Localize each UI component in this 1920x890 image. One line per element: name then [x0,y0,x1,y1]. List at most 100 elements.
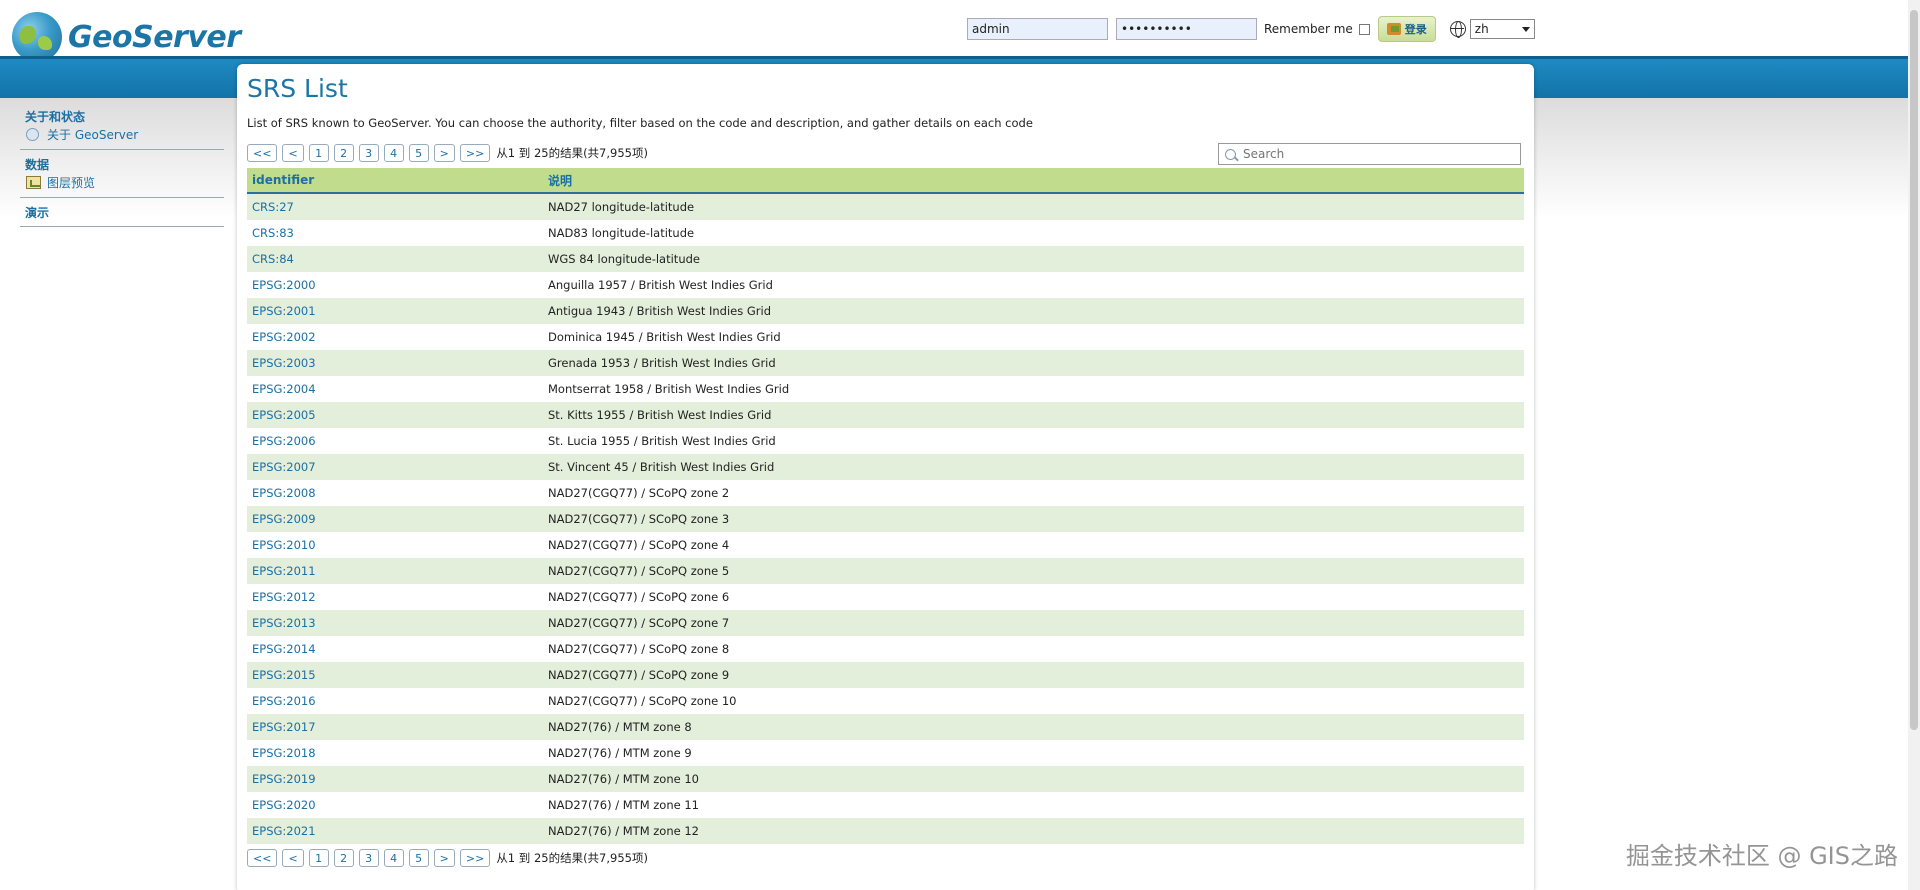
srs-identifier-link[interactable]: EPSG:2021 [247,824,548,838]
srs-identifier-link[interactable]: EPSG:2015 [247,668,548,682]
srs-description: NAD27(CGQ77) / SCoPQ zone 3 [548,512,730,526]
sidebar: 关于和状态 关于 GeoServer 数据 图层预览 演示 [20,105,224,233]
srs-identifier-link[interactable]: EPSG:2016 [247,694,548,708]
search-input[interactable] [1243,147,1513,161]
srs-description: NAD27(76) / MTM zone 8 [548,720,692,734]
sidebar-divider [20,226,224,227]
pager-prev-button[interactable]: < [282,144,304,162]
srs-identifier-link[interactable]: EPSG:2002 [247,330,548,344]
srs-identifier-link[interactable]: EPSG:2005 [247,408,548,422]
sidebar-group-demos[interactable]: 演示 [20,204,224,220]
srs-description: NAD27(CGQ77) / SCoPQ zone 2 [548,486,730,500]
table-row: EPSG:2012 NAD27(CGQ77) / SCoPQ zone 6 [247,584,1524,610]
srs-description: Montserrat 1958 / British West Indies Gr… [548,382,790,396]
pager-page-2[interactable]: 2 [333,849,354,867]
srs-identifier-link[interactable]: EPSG:2011 [247,564,548,578]
srs-description: NAD27(CGQ77) / SCoPQ zone 10 [548,694,737,708]
srs-description: St. Vincent 45 / British West Indies Gri… [548,460,775,474]
pager-next-button[interactable]: > [433,849,455,867]
chevron-down-icon [1521,26,1530,32]
srs-identifier-link[interactable]: EPSG:2000 [247,278,548,292]
table-row: CRS:84 WGS 84 longitude-latitude [247,246,1524,272]
login-form: Remember me 登录 zh [967,16,1535,42]
sidebar-item-label: 关于 GeoServer [47,127,139,142]
sidebar-group-about-status: 关于和状态 [25,110,86,124]
pager-last-button[interactable]: >> [459,849,491,867]
srs-identifier-link[interactable]: EPSG:2006 [247,434,548,448]
password-field[interactable] [1116,18,1257,40]
srs-description: NAD27(76) / MTM zone 12 [548,824,699,838]
logo-text: GeoServer [68,19,241,55]
username-field[interactable] [967,18,1108,40]
search-box [1218,143,1521,165]
srs-identifier-link[interactable]: EPSG:2018 [247,746,548,760]
table-row: EPSG:2017 NAD27(76) / MTM zone 8 [247,714,1524,740]
pager-first-button[interactable]: << [247,144,278,162]
srs-identifier-link[interactable]: EPSG:2012 [247,590,548,604]
table-row: EPSG:2016 NAD27(CGQ77) / SCoPQ zone 10 [247,688,1524,714]
table-header: identifier 说明 [247,168,1524,194]
pager-page-5[interactable]: 5 [408,144,429,162]
pager-page-4[interactable]: 4 [383,849,404,867]
srs-description: NAD27(76) / MTM zone 9 [548,746,692,760]
pager-page-2[interactable]: 2 [333,144,354,162]
srs-identifier-link[interactable]: EPSG:2004 [247,382,548,396]
pager-first-button[interactable]: << [247,849,278,867]
globe-logo-icon [12,12,62,62]
login-icon [1386,23,1401,35]
page-scrollbar[interactable] [1908,0,1920,890]
pager-page-5[interactable]: 5 [408,849,429,867]
table-row: EPSG:2014 NAD27(CGQ77) / SCoPQ zone 8 [247,636,1524,662]
srs-identifier-link[interactable]: CRS:83 [247,226,548,240]
column-header-description[interactable]: 说明 [548,168,1524,192]
srs-identifier-link[interactable]: EPSG:2010 [247,538,548,552]
sidebar-item-layer-preview[interactable]: 图层预览 [20,172,224,192]
table-row: EPSG:2011 NAD27(CGQ77) / SCoPQ zone 5 [247,558,1524,584]
language-select[interactable]: zh [1469,19,1535,39]
srs-identifier-link[interactable]: EPSG:2019 [247,772,548,786]
pager-last-button[interactable]: >> [459,144,491,162]
info-icon [26,127,39,141]
table-row: EPSG:2000 Anguilla 1957 / British West In… [247,272,1524,298]
srs-description: Dominica 1945 / British West Indies Grid [548,330,781,344]
remember-me-label: Remember me [1264,22,1353,36]
srs-identifier-link[interactable]: EPSG:2001 [247,304,548,318]
login-button-label: 登录 [1404,23,1427,36]
srs-identifier-link[interactable]: EPSG:2020 [247,798,548,812]
srs-identifier-link[interactable]: CRS:27 [247,200,548,214]
srs-identifier-link[interactable]: EPSG:2014 [247,642,548,656]
sidebar-item-label: 图层预览 [47,175,96,190]
table-row: EPSG:2009 NAD27(CGQ77) / SCoPQ zone 3 [247,506,1524,532]
pager-page-4[interactable]: 4 [383,144,404,162]
srs-identifier-link[interactable]: EPSG:2017 [247,720,548,734]
srs-identifier-link[interactable]: EPSG:2007 [247,460,548,474]
geoserver-logo[interactable]: GeoServer [12,12,241,62]
table-row: EPSG:2008 NAD27(CGQ77) / SCoPQ zone 2 [247,480,1524,506]
sidebar-item-about-geoserver[interactable]: 关于 GeoServer [20,124,224,144]
login-button[interactable]: 登录 [1377,16,1436,42]
pager-prev-button[interactable]: < [282,849,304,867]
srs-identifier-link[interactable]: EPSG:2008 [247,486,548,500]
srs-identifier-link[interactable]: EPSG:2003 [247,356,548,370]
pager-next-button[interactable]: > [433,144,455,162]
pager-page-1[interactable]: 1 [308,144,329,162]
srs-description: St. Kitts 1955 / British West Indies Gri… [548,408,772,422]
header: GeoServer Remember me 登录 zh [0,0,1908,62]
scrollbar-thumb[interactable] [1910,10,1918,730]
srs-identifier-link[interactable]: EPSG:2013 [247,616,548,630]
srs-description: NAD27(CGQ77) / SCoPQ zone 6 [548,590,730,604]
sidebar-divider [20,197,224,198]
remember-me-checkbox[interactable] [1358,23,1370,35]
pager-page-1[interactable]: 1 [308,849,329,867]
table-row: EPSG:2010 NAD27(CGQ77) / SCoPQ zone 4 [247,532,1524,558]
srs-description: NAD27(CGQ77) / SCoPQ zone 4 [548,538,730,552]
srs-description: Grenada 1953 / British West Indies Grid [548,356,776,370]
table-row: CRS:27 NAD27 longitude-latitude [247,194,1524,220]
srs-description: NAD27(CGQ77) / SCoPQ zone 7 [548,616,730,630]
column-header-identifier[interactable]: identifier [247,168,548,192]
pager-page-3[interactable]: 3 [358,144,379,162]
table-row: EPSG:2003 Grenada 1953 / British West Ind… [247,350,1524,376]
pager-page-3[interactable]: 3 [358,849,379,867]
srs-identifier-link[interactable]: EPSG:2009 [247,512,548,526]
srs-identifier-link[interactable]: CRS:84 [247,252,548,266]
